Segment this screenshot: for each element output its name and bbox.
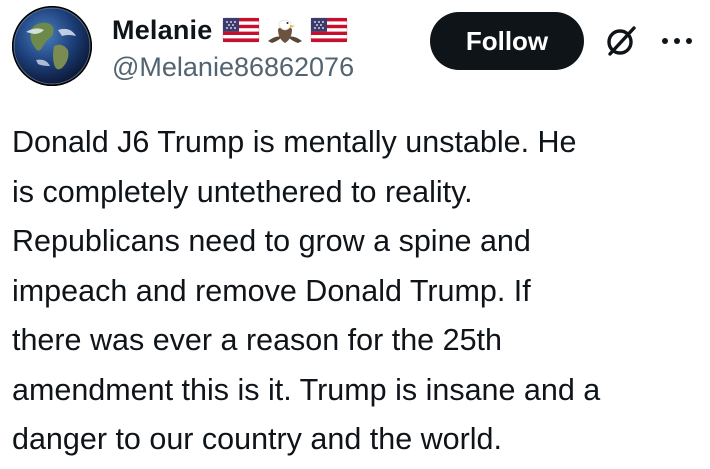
display-name[interactable]: Melanie	[112, 15, 212, 46]
tweet-text-line: there was ever a reason for the 25th	[12, 323, 502, 357]
user-handle[interactable]: @Melanie86862076	[112, 52, 354, 83]
tweet-card: Melanie @Melanie86862076 Follow Donald J…	[0, 0, 710, 469]
avatar[interactable]	[12, 6, 92, 86]
us-flag-emoji	[222, 15, 260, 45]
tweet-text-line: Donald J6 Trump is mentally unstable. He	[12, 125, 577, 159]
tweet-text-line: is completely untethered to reality.	[12, 174, 473, 209]
follow-button[interactable]: Follow	[430, 12, 584, 70]
dot	[674, 38, 680, 44]
tweet-text: Donald J6 Trump is mentally unstable. He…	[12, 118, 704, 465]
us-flag-emoji	[310, 15, 348, 45]
tweet-text-line: impeach and remove Donald Trump. If	[12, 273, 531, 308]
tweet-text-line: Republicans need to grow a spine and	[12, 224, 531, 258]
tweet-text-line: danger to our country and the world.	[12, 422, 502, 456]
eagle-emoji	[266, 15, 304, 45]
earth-globe-avatar-image	[12, 6, 92, 86]
grok-slash-icon[interactable]	[604, 24, 638, 58]
dot	[686, 38, 692, 44]
dot	[662, 38, 668, 44]
tweet-text-line: amendment this is it. Trump is insane an…	[12, 372, 601, 407]
more-options-icon[interactable]	[652, 24, 702, 58]
name-row: Melanie	[112, 12, 348, 48]
